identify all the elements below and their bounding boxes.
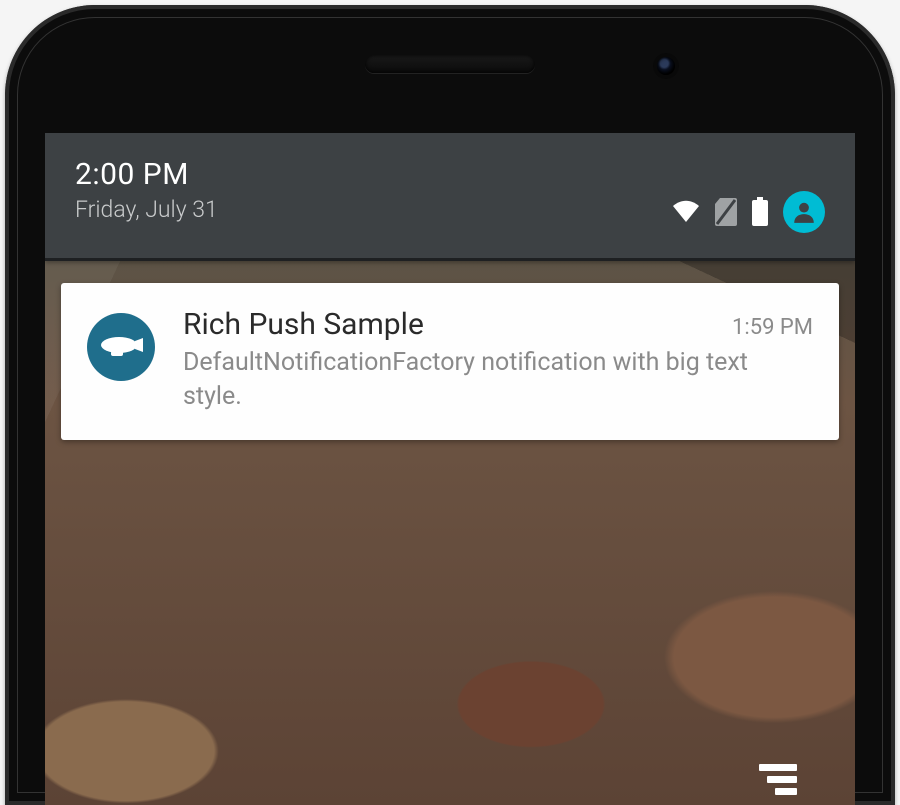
wifi-icon	[671, 200, 701, 224]
clear-all-button[interactable]	[749, 764, 797, 795]
shade-datetime: 2:00 PM Friday, July 31	[75, 157, 218, 258]
battery-icon	[751, 197, 769, 227]
notification-title: Rich Push Sample	[183, 307, 424, 342]
notification-timestamp: 1:59 PM	[732, 315, 813, 340]
clock-date: Friday, July 31	[75, 196, 218, 223]
notification-card[interactable]: Rich Push Sample 1:59 PM DefaultNotifica…	[61, 283, 839, 440]
notification-body: DefaultNotificationFactory notification …	[183, 346, 813, 414]
airship-icon	[99, 335, 143, 359]
status-icons	[671, 157, 825, 258]
speaker-grille	[365, 55, 535, 73]
front-camera	[657, 57, 675, 75]
profile-icon[interactable]	[783, 191, 825, 233]
phone-frame: 2:00 PM Friday, July 31	[5, 5, 895, 805]
notification-shade-header[interactable]: 2:00 PM Friday, July 31	[45, 133, 855, 261]
notification-app-icon	[87, 313, 155, 381]
phone-screen: 2:00 PM Friday, July 31	[45, 133, 855, 805]
notification-content: Rich Push Sample 1:59 PM DefaultNotifica…	[183, 307, 813, 414]
clock-time: 2:00 PM	[75, 157, 218, 192]
no-sim-icon	[715, 198, 737, 226]
